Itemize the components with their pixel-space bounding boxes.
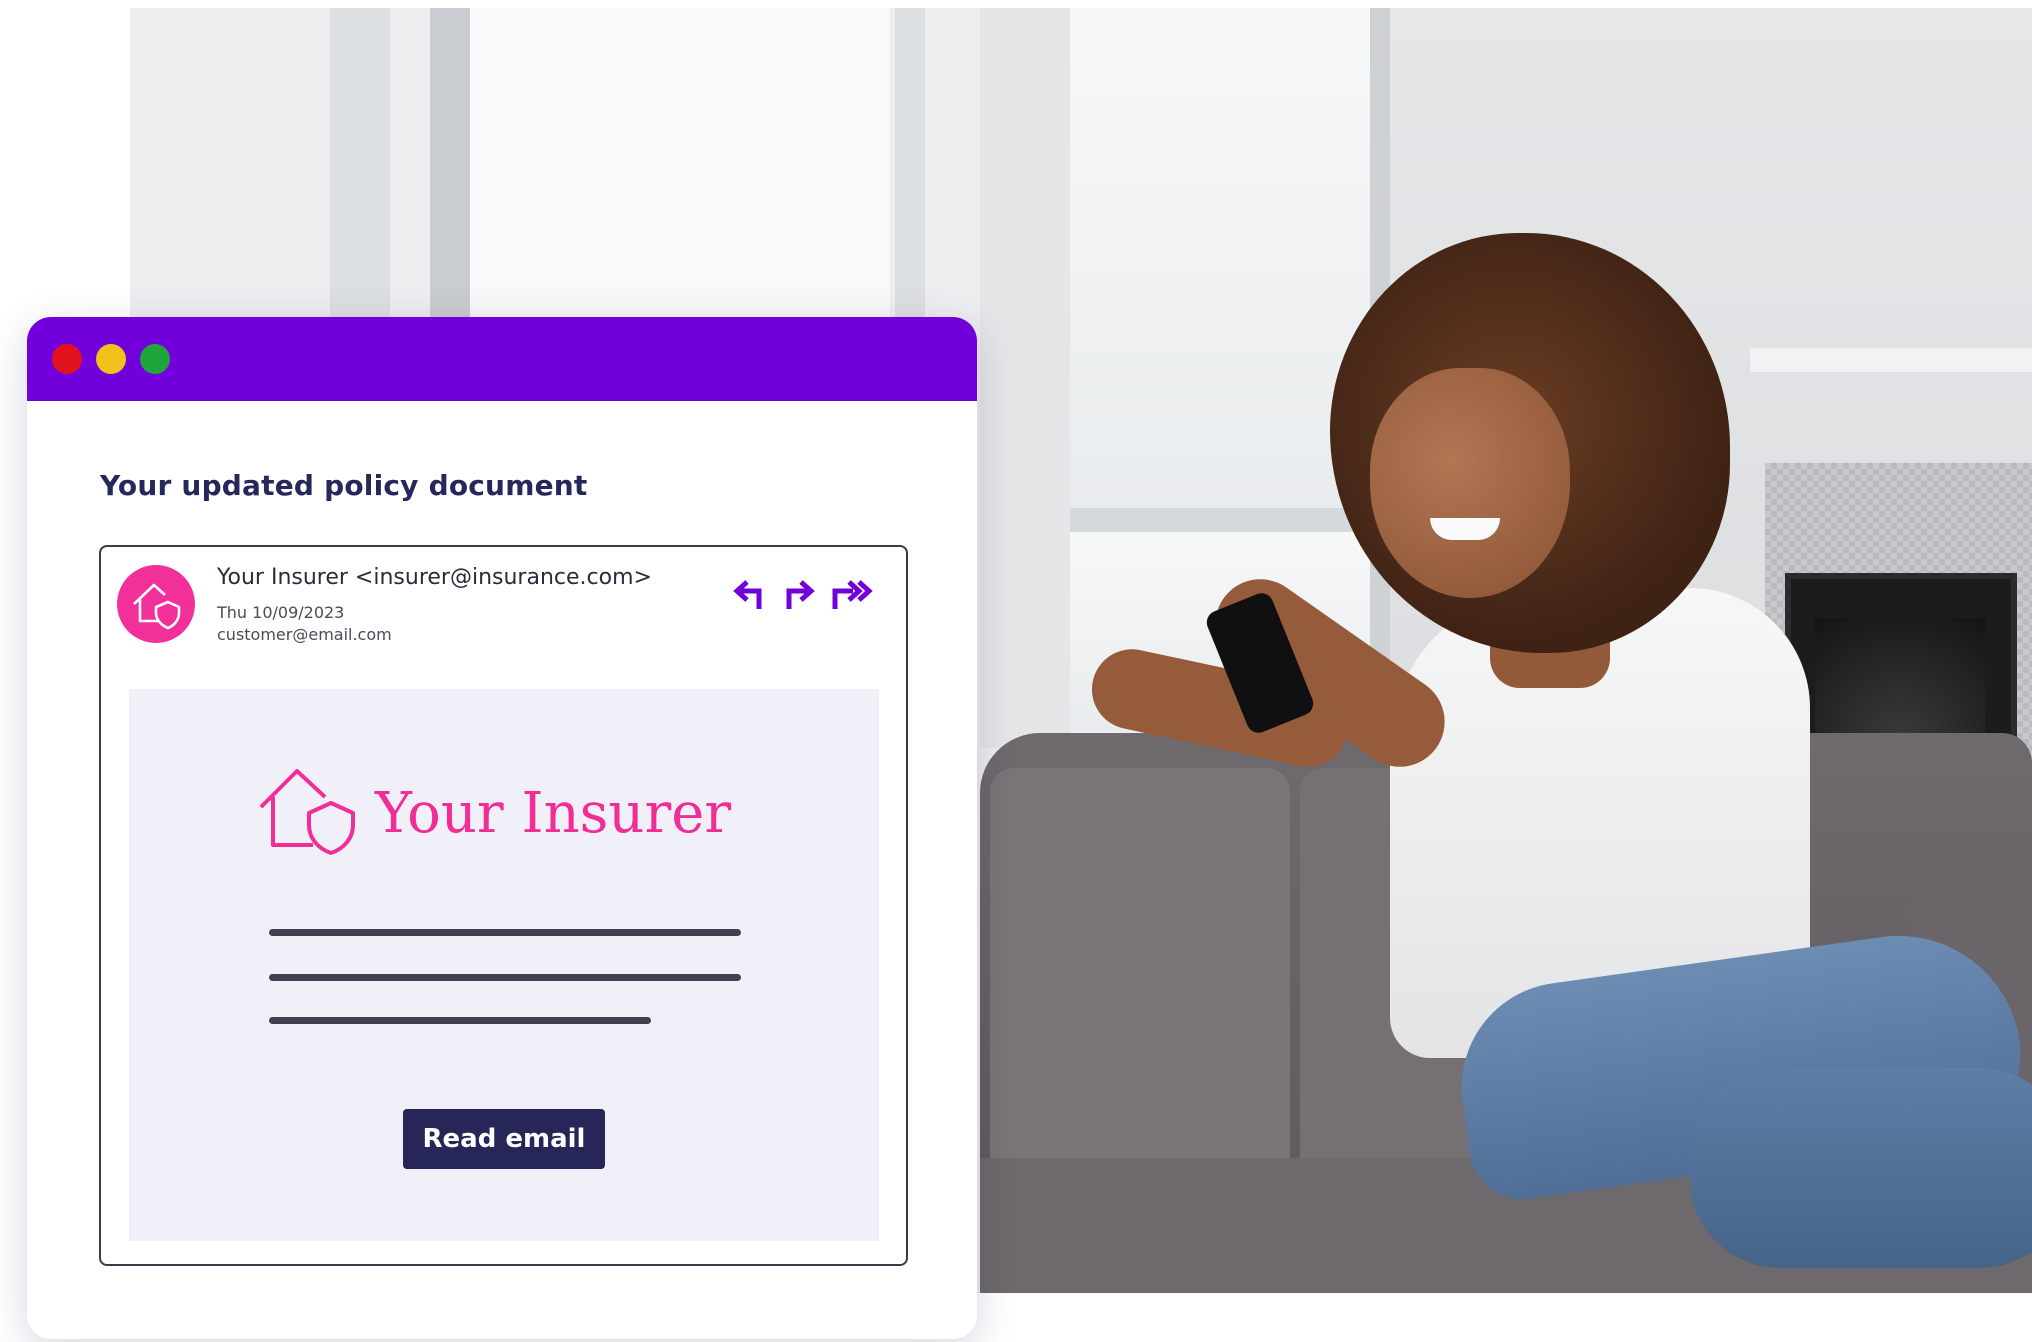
house-shield-logo-icon — [259, 769, 355, 855]
sender-avatar — [117, 565, 195, 643]
placeholder-text-line — [269, 929, 741, 936]
house-shield-icon — [133, 583, 181, 630]
window-frame — [980, 8, 1070, 748]
person-smile — [1430, 518, 1500, 540]
title-bar — [27, 317, 977, 401]
email-body: Your Insurer Read email — [129, 689, 879, 1241]
close-window-button[interactable] — [52, 344, 82, 374]
window-frame — [1070, 508, 1390, 532]
maximize-window-button[interactable] — [140, 344, 170, 374]
reply-all-icon[interactable] — [779, 573, 819, 613]
email-message: Your Insurer <insurer@insurance.com> Thu… — [99, 545, 908, 1266]
forward-icon[interactable] — [827, 573, 879, 613]
reply-icon[interactable] — [731, 573, 771, 613]
sender-address: Your Insurer <insurer@insurance.com> — [217, 565, 652, 590]
placeholder-text-line — [269, 1017, 651, 1024]
person-face — [1370, 368, 1570, 598]
window-light — [460, 8, 890, 348]
person-jeans-knee — [1690, 1068, 2032, 1268]
logo-text: Your Insurer — [375, 781, 732, 846]
email-window: Your updated policy document Your Insure… — [27, 317, 977, 1339]
email-subject: Your updated policy document — [100, 469, 588, 502]
email-date: Thu 10/09/2023 — [217, 603, 345, 622]
window-frame — [430, 8, 470, 338]
recipient-address: customer@email.com — [217, 625, 392, 644]
mantel — [1750, 348, 2032, 372]
read-email-button[interactable]: Read email — [403, 1109, 605, 1169]
placeholder-text-line — [269, 974, 741, 981]
sofa-cushion — [990, 768, 1290, 1188]
window-frame — [330, 8, 390, 338]
minimize-window-button[interactable] — [96, 344, 126, 374]
